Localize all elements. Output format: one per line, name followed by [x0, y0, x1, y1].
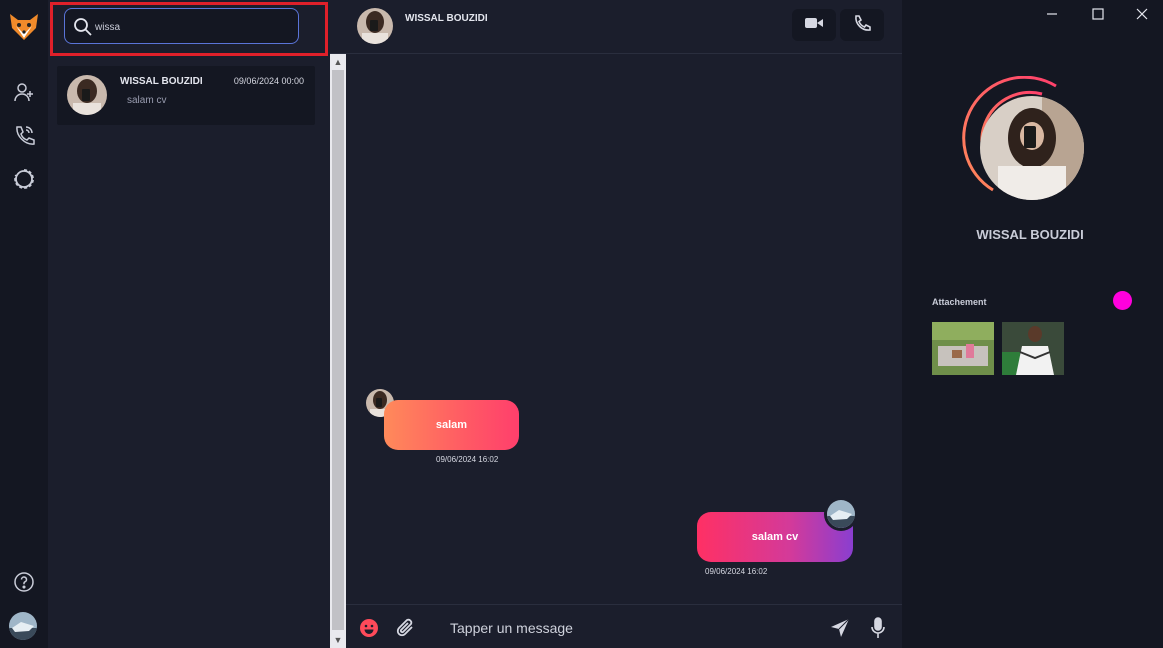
- conversation-last-message: salam cv: [127, 95, 167, 106]
- chat-app-window: WISSAL BOUZIDI 09/06/2024 00:00 salam cv…: [0, 0, 1163, 648]
- user-avatar-icon[interactable]: [9, 612, 37, 640]
- emoji-icon[interactable]: [358, 617, 380, 639]
- profile-avatar[interactable]: [980, 96, 1084, 200]
- minimize-icon[interactable]: [1038, 4, 1066, 24]
- search-input[interactable]: [95, 17, 285, 37]
- microphone-icon[interactable]: [867, 617, 889, 639]
- message-thread: salam 09/06/2024 16:02 salam cv 09/06/20…: [346, 54, 902, 604]
- contact-avatar: [67, 75, 107, 115]
- phone-call-icon[interactable]: [12, 123, 36, 147]
- add-user-icon[interactable]: [12, 80, 36, 104]
- incoming-message-bubble[interactable]: salam: [384, 400, 519, 450]
- maximize-icon[interactable]: [1084, 4, 1112, 24]
- search-icon: [73, 17, 93, 37]
- fox-logo-icon[interactable]: [8, 12, 40, 42]
- profile-name: WISSAL BOUZIDI: [976, 227, 1084, 242]
- video-call-button[interactable]: [792, 9, 836, 41]
- scroll-down-icon[interactable]: ▼: [330, 632, 346, 648]
- attachment-thumbnail[interactable]: [932, 322, 994, 375]
- chat-header: WISSAL BOUZIDI: [330, 0, 902, 54]
- conversation-scrollbar[interactable]: ▲ ▼: [330, 54, 346, 648]
- conversation-list-panel: WISSAL BOUZIDI 09/06/2024 00:00 salam cv: [48, 0, 330, 648]
- message-input[interactable]: [450, 617, 810, 639]
- chat-contact-name: WISSAL BOUZIDI: [405, 13, 488, 24]
- left-nav-rail: [0, 0, 48, 648]
- attachment-thumbnail[interactable]: [1002, 322, 1064, 375]
- conversation-date: 09/06/2024 00:00: [233, 76, 304, 86]
- message-text: salam: [435, 419, 468, 431]
- conversation-item[interactable]: WISSAL BOUZIDI 09/06/2024 00:00 salam cv: [57, 66, 315, 125]
- scrollbar-thumb[interactable]: [332, 70, 344, 630]
- close-icon[interactable]: [1128, 4, 1156, 24]
- search-field[interactable]: [64, 8, 299, 44]
- status-dot-icon: [1113, 291, 1132, 310]
- message-text: salam cv: [751, 531, 799, 543]
- contact-details-panel: WISSAL BOUZIDI Attachement: [902, 0, 1163, 648]
- status-circle-icon[interactable]: [12, 167, 36, 191]
- video-camera-icon: [805, 16, 823, 35]
- chat-contact-avatar[interactable]: [357, 8, 393, 44]
- voice-call-button[interactable]: [840, 9, 884, 41]
- message-composer: [346, 604, 902, 648]
- conversation-name: WISSAL BOUZIDI: [120, 76, 203, 87]
- paperclip-icon[interactable]: [395, 617, 417, 639]
- message-time: 09/06/2024 16:02: [705, 567, 768, 576]
- send-icon[interactable]: [829, 617, 851, 639]
- message-time: 09/06/2024 16:02: [436, 455, 499, 464]
- outgoing-message-avatar: [824, 497, 858, 531]
- attachments-label: Attachement: [932, 297, 987, 307]
- phone-icon: [853, 14, 871, 37]
- scroll-up-icon[interactable]: ▲: [330, 54, 346, 70]
- help-icon[interactable]: [12, 570, 36, 594]
